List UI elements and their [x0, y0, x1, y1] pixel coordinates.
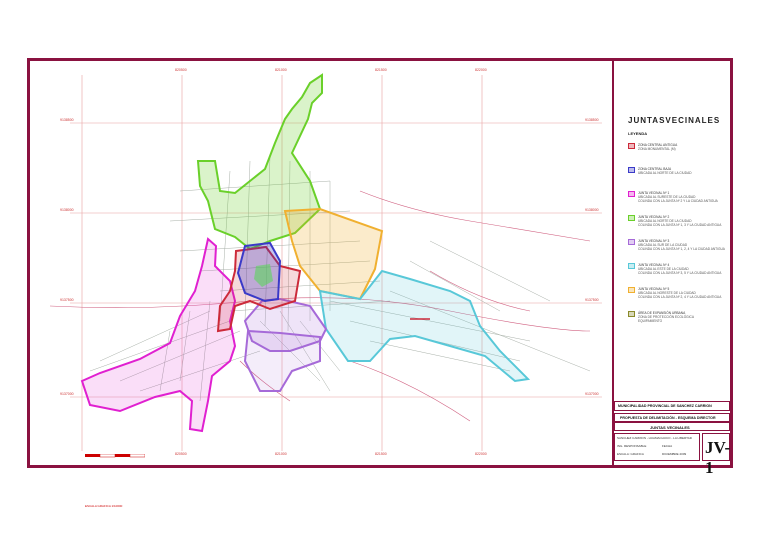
date-value: DICIEMBRE 2009 — [662, 452, 687, 456]
grid-y-label: 9138500 — [585, 118, 599, 122]
legend-item: JUNTA VECINAL Nº 4 UBICADA AL ESTE DE LA … — [628, 263, 726, 285]
grid-x-label: 822000 — [475, 452, 487, 456]
grid-y-label: 9138000 — [60, 208, 74, 212]
grid-x-label: 822000 — [475, 68, 487, 72]
grid-y-label: 9137500 — [60, 298, 74, 302]
legend-item: JUNTA VECINAL Nº 1 UBICADA AL SURESTE DE … — [628, 191, 726, 213]
legend-line2: UBICADA AL NORTE DE LA CIUDAD — [638, 171, 692, 175]
grid-y-label: 9137500 — [585, 298, 599, 302]
location-text: SANCHEZ CARRION - HUAMACHUCO - LA LIBERT… — [617, 436, 692, 440]
grid-x-label: 820500 — [175, 68, 187, 72]
legend-item: ZONA CENTRAL ANTIGUA ZONA MONUMENTAL (M) — [628, 143, 726, 165]
proposal-title: PROPUESTA DE DELIMITACIÓN - ESQUEMA DIRE… — [620, 416, 716, 420]
grid-x-label: 821500 — [375, 68, 387, 72]
grid-y-label: 9137000 — [585, 392, 599, 396]
zone-jv3-south[interactable] — [243, 329, 321, 392]
grid-y-label: 9138500 — [60, 118, 74, 122]
title-block: MUNICIPALIDAD PROVINCIAL DE SANCHEZ CARR… — [614, 401, 730, 477]
zone-jv5[interactable] — [283, 207, 384, 301]
legend-swatch — [628, 167, 635, 173]
legend-item: JUNTA VECINAL Nº 5 UBICADA AL NORESTE DE … — [628, 287, 726, 309]
map-sheet: 820500 820500 821000 821000 821500 821500 8220… — [27, 58, 733, 508]
legend-item: ÁREA DE EXPANSIÓN URBANA ZONA DE PROTECCI… — [628, 311, 726, 333]
legend-line3: COLINDA CON LA JUNTA Nº 3, 5 Y LA CIUDAD… — [638, 271, 722, 275]
grid-y-label: 9138000 — [585, 208, 599, 212]
grid-y-label: 9137000 — [60, 392, 74, 396]
scale-bar — [85, 454, 145, 458]
legend-panel: JUNTASVECINALES LEYENDA ZONA CENTRAL ANT… — [614, 61, 730, 477]
city-map: 820500 820500 821000 821000 821500 821500 8220… — [49, 68, 602, 456]
grid-x-label: 821000 — [275, 452, 287, 456]
legend-item: ZONA CENTRAL BAJA UBICADA AL NORTE DE LA … — [628, 167, 726, 189]
legend-line3: COLINDA CON LA JUNTA Nº 1, 3 Y LA CIUDAD… — [638, 223, 722, 227]
legend-swatch — [628, 215, 635, 221]
legend-swatch — [628, 287, 635, 293]
date-label: FECHA — [662, 444, 673, 448]
map-frame: 820500 820500 821000 821000 821500 821500 8220… — [30, 61, 614, 508]
sheet-code: JV-1 — [705, 438, 731, 477]
legend-line3: COLINDA CON LA JUNTA Nº 1, 2, 4 Y LA CIU… — [638, 247, 725, 251]
scale-note: ESCALA GRAFICA 1/10000 — [85, 504, 123, 508]
legend-item: JUNTA VECINAL Nº 2 UBICADA AL NORTE DE LA… — [628, 215, 726, 237]
legend-line3: COLINDA CON LA JUNTA Nº 2 Y LA CIUDAD AN… — [638, 199, 718, 203]
municipality-name: MUNICIPALIDAD PROVINCIAL DE SANCHEZ CARR… — [618, 404, 712, 408]
legend-swatch — [628, 263, 635, 269]
legend-swatch — [628, 239, 635, 245]
grid-x-label: 820500 — [175, 452, 187, 456]
legend-line3: COLINDA CON LA JUNTA Nº 2, 4 Y LA CIUDAD… — [638, 295, 722, 299]
legend-line2: ZONA MONUMENTAL (M) — [638, 147, 676, 151]
legend-swatch — [628, 311, 635, 317]
legend-item: JUNTA VECINAL Nº 3 UBICADA AL SUR DE LA C… — [628, 239, 726, 261]
sheet-title: JUNTAS VECINALES — [650, 425, 690, 430]
grid-x-label: 821000 — [275, 68, 287, 72]
legend-swatch — [628, 143, 635, 149]
grid-x-label: 821500 — [375, 452, 387, 456]
engineer-label: ING. RESPONSABLE — [617, 444, 647, 448]
scale-label: ESCALA: GRAFICA — [617, 452, 644, 456]
legend-swatch — [628, 191, 635, 197]
legend-title: JUNTASVECINALES — [628, 116, 721, 125]
legend-line3: EQUIPAMIENTO — [638, 319, 663, 323]
zone-jv1[interactable] — [80, 237, 237, 433]
legend-subtitle: LEYENDA — [628, 131, 648, 136]
